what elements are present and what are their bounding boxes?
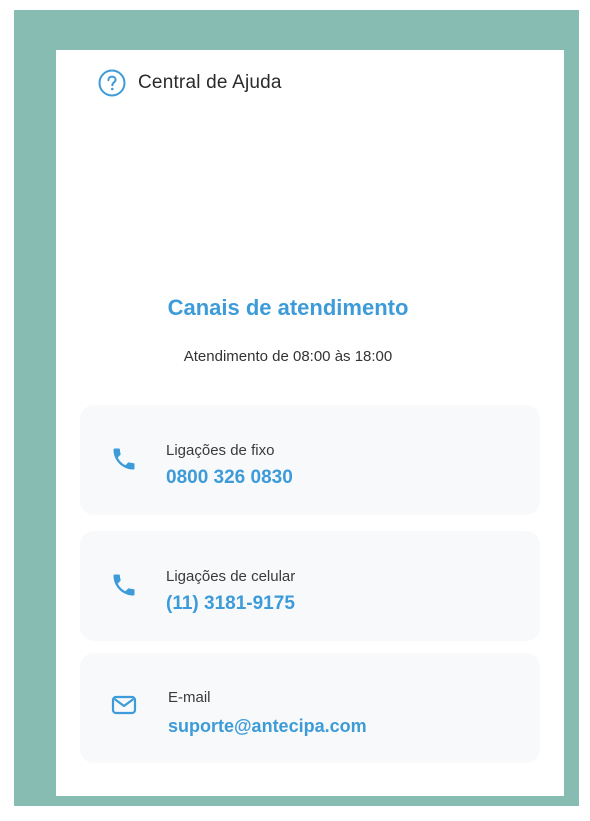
channel-mobile[interactable]: Ligações de celular (11) 3181-9175 bbox=[80, 531, 540, 641]
help-center-card: Central de Ajuda Canais de atendimento A… bbox=[56, 50, 564, 796]
phone-number-link[interactable]: (11) 3181-9175 bbox=[166, 593, 295, 615]
email-link[interactable]: suporte@antecipa.com bbox=[168, 716, 367, 737]
section-heading: Canais de atendimento bbox=[167, 295, 409, 320]
channel-landline[interactable]: Ligações de fixo 0800 326 0830 bbox=[80, 405, 540, 515]
phone-number-link[interactable]: 0800 326 0830 bbox=[166, 467, 293, 489]
channel-label: Ligações de celular bbox=[166, 568, 296, 585]
channel-email[interactable]: E-mail suporte@antecipa.com bbox=[80, 653, 540, 763]
business-hours-text: Atendimento de 08:00 às 18:00 bbox=[183, 348, 393, 365]
phone-icon bbox=[108, 569, 140, 601]
channel-label: E-mail bbox=[168, 689, 211, 706]
page-title: Central de Ajuda bbox=[138, 72, 282, 93]
background-frame: Central de Ajuda Canais de atendimento A… bbox=[14, 10, 579, 806]
phone-icon bbox=[108, 443, 140, 475]
help-circle-icon[interactable] bbox=[96, 67, 128, 99]
channel-label: Ligações de fixo bbox=[166, 442, 275, 459]
mail-icon bbox=[108, 689, 140, 721]
header: Central de Ajuda bbox=[96, 67, 282, 99]
